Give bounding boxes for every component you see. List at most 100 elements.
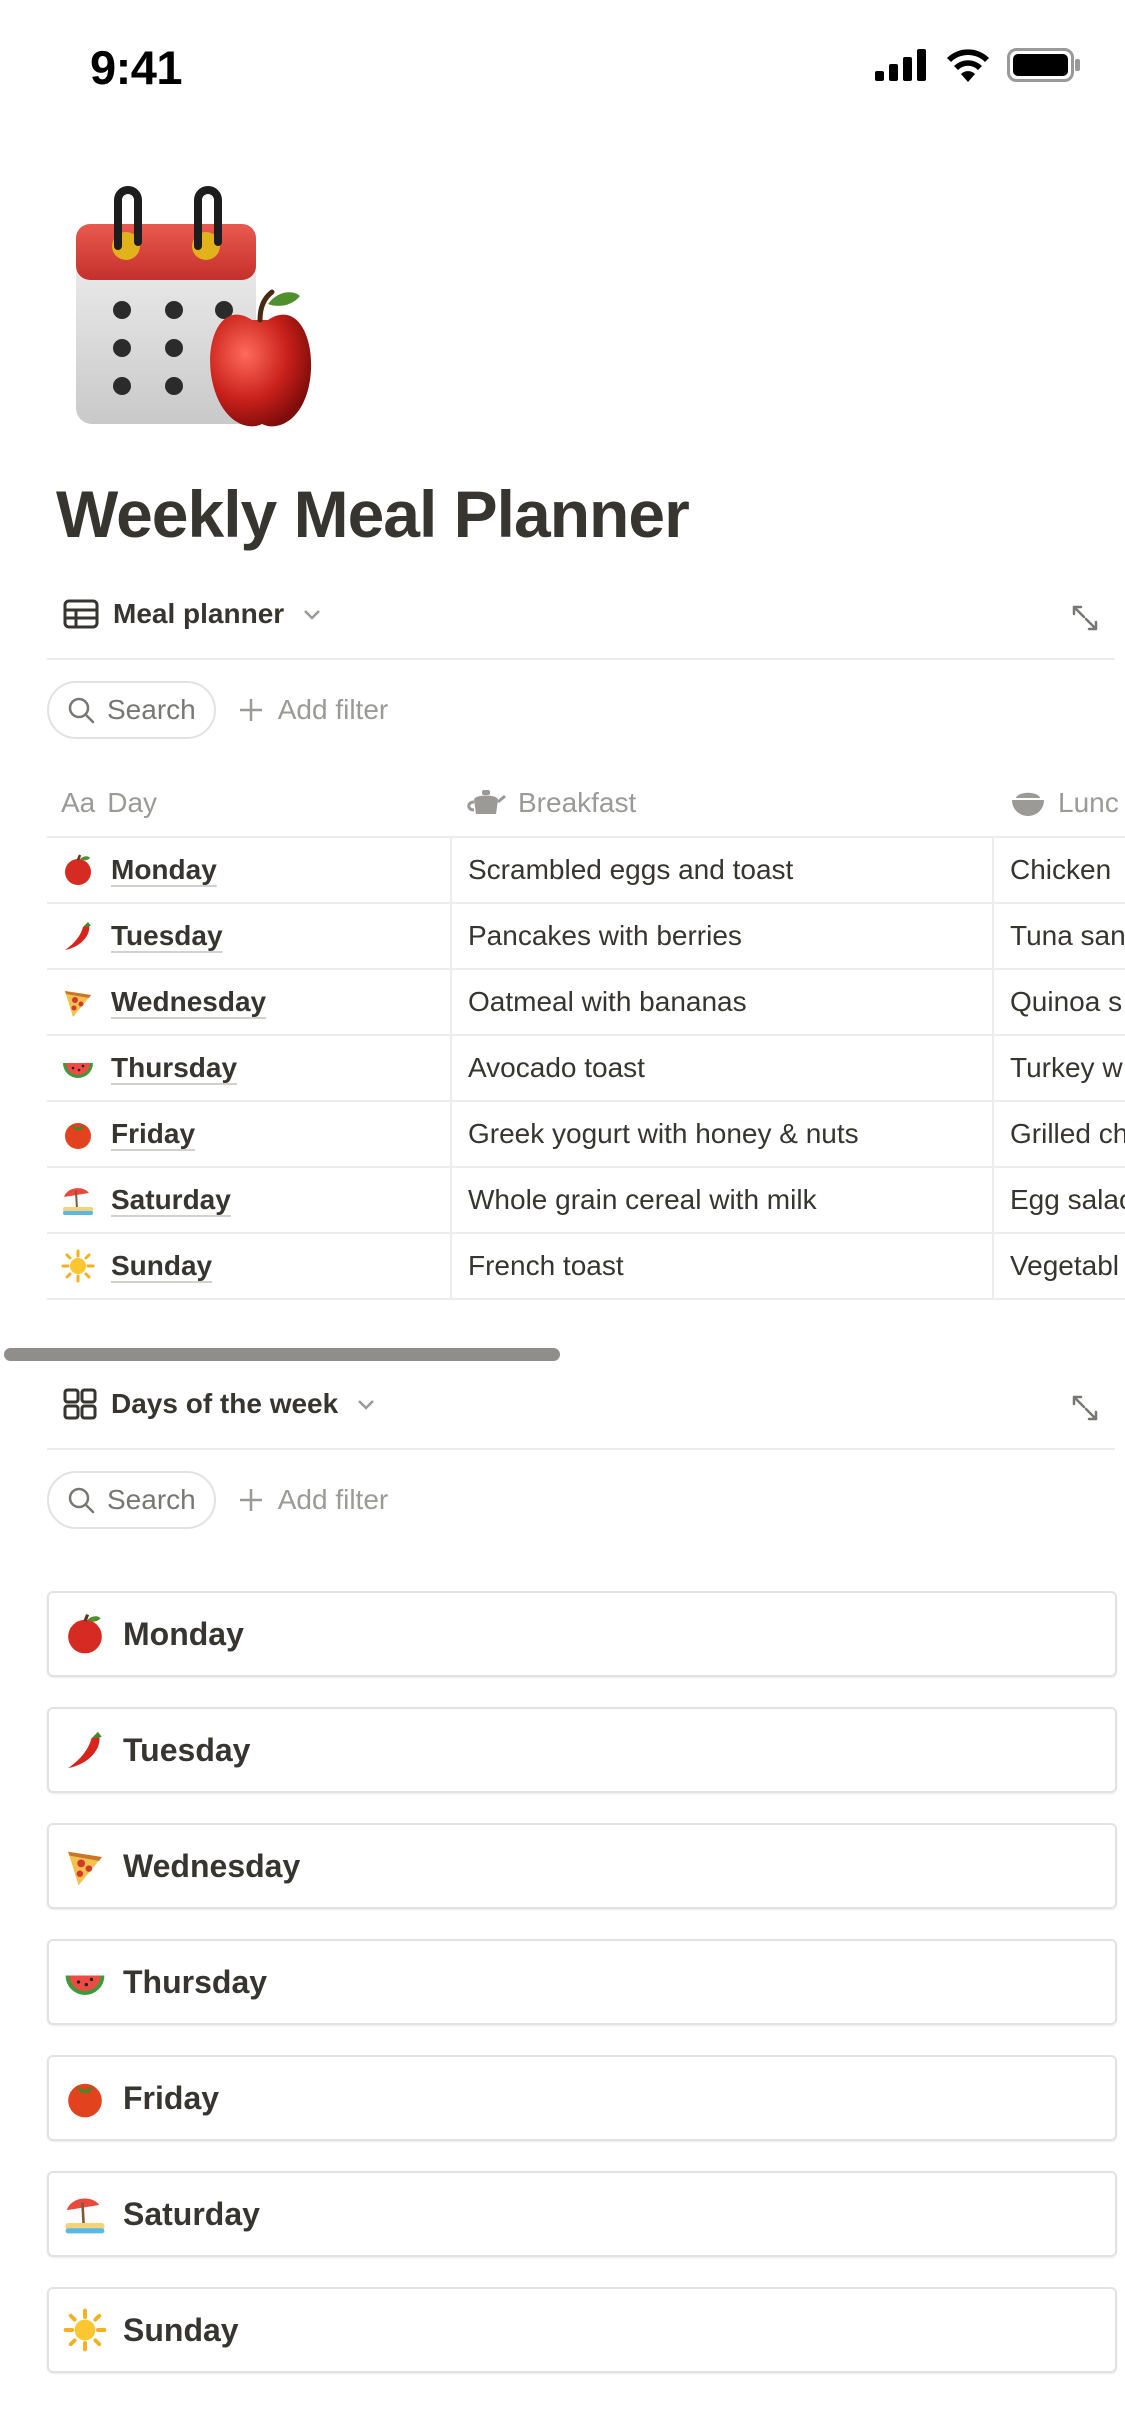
card-label: Saturday xyxy=(123,2195,260,2232)
plus-icon xyxy=(239,699,262,721)
day-card-wednesday[interactable]: Wednesday xyxy=(47,1823,1117,1909)
table-row[interactable]: Friday Greek yogurt with honey & nuts Gr… xyxy=(47,1102,1125,1168)
breakfast-cell[interactable]: Oatmeal with bananas xyxy=(452,970,994,1034)
gallery-icon xyxy=(63,1388,97,1420)
chili-pepper-icon xyxy=(61,919,95,953)
breakfast-cell[interactable]: Scrambled eggs and toast xyxy=(452,838,994,902)
breakfast-cell[interactable]: Avocado toast xyxy=(452,1036,994,1100)
card-label: Wednesday xyxy=(123,1847,301,1884)
sun-icon xyxy=(61,1249,95,1283)
table-search-button[interactable]: Search xyxy=(47,681,216,739)
day-cell[interactable]: Monday xyxy=(47,838,452,902)
expand-icon xyxy=(1072,605,1098,631)
page-title: Weekly Meal Planner xyxy=(56,477,690,551)
lunch-cell[interactable]: Turkey w xyxy=(994,1036,1125,1100)
day-cell[interactable]: Saturday xyxy=(47,1168,452,1232)
plus-icon xyxy=(239,1489,262,1511)
day-name: Friday xyxy=(111,1118,196,1149)
gallery-filter-row: Search Add filter xyxy=(47,1470,388,1530)
search-label: Search xyxy=(107,694,196,725)
column-header-breakfast[interactable]: Breakfast xyxy=(452,770,994,836)
table-row[interactable]: Monday Scrambled eggs and toast Chicken xyxy=(47,838,1125,904)
table-add-filter-button[interactable]: Add filter xyxy=(238,694,388,726)
lunch-cell[interactable]: Chicken xyxy=(994,838,1125,902)
apple-icon xyxy=(61,853,95,887)
text-type-icon: Aa xyxy=(61,787,96,818)
chevron-down-icon xyxy=(358,1400,375,1410)
lunch-cell[interactable]: Tuna san xyxy=(994,904,1125,968)
table-row[interactable]: Wednesday Oatmeal with bananas Quinoa s xyxy=(47,970,1125,1036)
card-label: Tuesday xyxy=(123,1731,251,1768)
breakfast-cell[interactable]: French toast xyxy=(452,1234,994,1298)
horizontal-scrollbar[interactable] xyxy=(4,1348,560,1361)
table-row[interactable]: Saturday Whole grain cereal with milk Eg… xyxy=(47,1168,1125,1234)
lunch-cell[interactable]: Egg salac xyxy=(994,1168,1125,1232)
day-card-tuesday[interactable]: Tuesday xyxy=(47,1707,1117,1793)
day-name: Thursday xyxy=(111,1052,238,1083)
day-name: Monday xyxy=(111,854,217,885)
tomato-icon xyxy=(61,1117,95,1151)
breakfast-cell[interactable]: Pancakes with berries xyxy=(452,904,994,968)
day-card-friday[interactable]: Friday xyxy=(47,2055,1117,2141)
pizza-icon xyxy=(63,1844,107,1888)
beach-umbrella-icon xyxy=(61,1183,95,1217)
day-name: Sunday xyxy=(111,1250,213,1281)
day-card-saturday[interactable]: Saturday xyxy=(47,2171,1117,2257)
table-row[interactable]: Thursday Avocado toast Turkey w xyxy=(47,1036,1125,1102)
search-label: Search xyxy=(107,1484,196,1515)
day-name: Wednesday xyxy=(111,986,267,1017)
table-filter-row: Search Add filter xyxy=(47,680,388,740)
gallery-view-title: Days of the week xyxy=(111,1388,339,1419)
day-card-sunday[interactable]: Sunday xyxy=(47,2287,1117,2373)
gallery-add-filter-button[interactable]: Add filter xyxy=(238,1484,388,1516)
bowl-icon xyxy=(1012,792,1044,816)
expand-gallery-button[interactable] xyxy=(1065,1388,1105,1428)
table-icon xyxy=(63,599,99,629)
lunch-cell[interactable]: Grilled ch xyxy=(994,1102,1125,1166)
gallery-view-header: Days of the week xyxy=(47,1370,1115,1450)
cellular-signal-icon xyxy=(875,49,926,81)
status-time: 9:41 xyxy=(90,41,183,94)
gallery-search-button[interactable]: Search xyxy=(47,1471,216,1529)
day-cell[interactable]: Sunday xyxy=(47,1234,452,1298)
column-header-label: Breakfast xyxy=(518,787,637,818)
table-view-selector[interactable]: Meal planner xyxy=(63,598,322,630)
column-header-label: Day xyxy=(107,787,158,818)
expand-table-button[interactable] xyxy=(1065,598,1105,638)
gallery-view-selector[interactable]: Days of the week xyxy=(63,1388,376,1420)
day-cell[interactable]: Tuesday xyxy=(47,904,452,968)
lunch-cell[interactable]: Quinoa s xyxy=(994,970,1125,1034)
watermelon-icon xyxy=(63,1960,107,2004)
column-header-lunch[interactable]: Lunc xyxy=(994,770,1125,836)
chevron-down-icon xyxy=(304,610,321,620)
card-label: Sunday xyxy=(123,2311,239,2348)
expand-icon xyxy=(1072,1395,1098,1421)
lunch-cell[interactable]: Vegetabl xyxy=(994,1234,1125,1298)
table-row[interactable]: Tuesday Pancakes with berries Tuna san xyxy=(47,904,1125,970)
status-bar: 9:41 xyxy=(0,0,1125,140)
tomato-icon xyxy=(63,2076,107,2120)
search-icon xyxy=(68,1487,95,1514)
card-label: Monday xyxy=(123,1615,244,1652)
day-card-thursday[interactable]: Thursday xyxy=(47,1939,1117,2025)
day-card-monday[interactable]: Monday xyxy=(47,1591,1117,1677)
day-cell[interactable]: Wednesday xyxy=(47,970,452,1034)
apple-icon xyxy=(63,1612,107,1656)
table-view-title: Meal planner xyxy=(113,598,285,629)
search-icon xyxy=(68,697,95,724)
table-row[interactable]: Sunday French toast Vegetabl xyxy=(47,1234,1125,1300)
breakfast-cell[interactable]: Whole grain cereal with milk xyxy=(452,1168,994,1232)
day-name: Tuesday xyxy=(111,920,223,951)
column-header-day[interactable]: Aa Day xyxy=(47,770,452,836)
breakfast-cell[interactable]: Greek yogurt with honey & nuts xyxy=(452,1102,994,1166)
watermelon-icon xyxy=(61,1051,95,1085)
table-header-row: Aa Day Breakfast Lunc xyxy=(47,770,1125,838)
pizza-icon xyxy=(61,985,95,1019)
calendar-apple-icon[interactable] xyxy=(72,180,322,440)
day-cell[interactable]: Friday xyxy=(47,1102,452,1166)
battery-icon xyxy=(1007,48,1080,82)
day-cell[interactable]: Thursday xyxy=(47,1036,452,1100)
table-view-header: Meal planner xyxy=(47,580,1115,660)
chili-pepper-icon xyxy=(63,1728,107,1772)
teapot-icon xyxy=(467,790,506,814)
